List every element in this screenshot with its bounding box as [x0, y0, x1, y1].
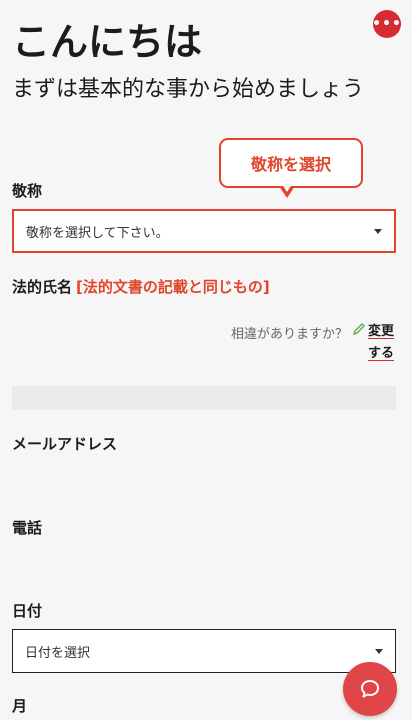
callout-pointer	[279, 184, 295, 198]
callout-tooltip: 敬称を選択	[219, 138, 363, 188]
legal-name-note: [法的文書の記載と同じもの]	[76, 278, 270, 296]
callout-text: 敬称を選択	[250, 155, 331, 174]
chat-bubble-icon	[361, 680, 379, 698]
date-label: 日付	[12, 602, 43, 620]
more-dots-icon: •••	[372, 16, 402, 32]
title-select-placeholder: 敬称を選択して下さい。	[26, 225, 169, 241]
date-select-placeholder: 日付を選択	[25, 645, 91, 661]
phone-label: 電話	[12, 519, 43, 537]
date-select[interactable]: 日付を選択	[12, 629, 396, 673]
month-label: 月	[12, 697, 28, 715]
title-label: 敬称	[12, 182, 43, 200]
title-select[interactable]: 敬称を選択して下さい。	[12, 209, 396, 253]
legal-name-input[interactable]	[12, 386, 396, 410]
chevron-down-icon	[375, 649, 383, 654]
greeting-heading: こんにちは	[12, 20, 203, 64]
change-name-link[interactable]: 変更する	[368, 321, 396, 365]
chat-button[interactable]	[343, 662, 397, 716]
chevron-down-icon	[374, 229, 382, 234]
mismatch-text: 相違がありますか？	[230, 327, 348, 342]
pencil-icon	[352, 323, 365, 336]
more-options-button[interactable]: •••	[372, 10, 402, 38]
legal-name-label-text: 法的氏名	[12, 278, 73, 296]
name-mismatch-row: 相違がありますか？ 変更する	[200, 320, 396, 370]
subtitle: まずは基本的な事から始めましょう	[12, 77, 365, 102]
email-label: メールアドレス	[12, 435, 118, 453]
legal-name-label: 法的氏名 [法的文書の記載と同じもの]	[12, 276, 270, 297]
